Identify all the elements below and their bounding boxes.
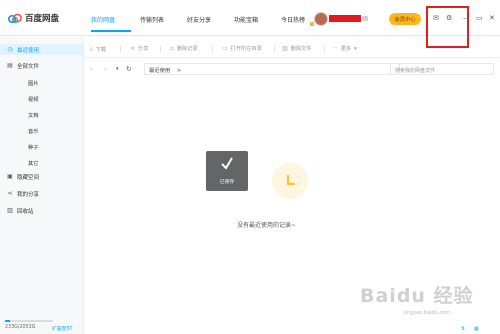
delete-record-button[interactable]: ⌂ 删除记录 [170,45,198,52]
sidebar-sub-images[interactable]: 图片 [28,79,39,87]
sidebar-item-label: 回收站 [17,208,34,215]
sidebar-sub-torrents[interactable]: 种子 [28,143,39,151]
baidu-jingyan-watermark: Baidu 经验 [360,285,474,307]
sidebar-sub-documents[interactable]: 文档 [28,111,39,119]
sidebar-sub-other[interactable]: 其它 [28,159,39,167]
checkmark-icon [221,157,233,170]
address-bar: ‹ › ▾ ↻ 最近使用 > 搜索我的网盘文件 [84,58,500,81]
share-icon: ⋖ [7,190,13,197]
delete-file-label: 删除文件 [290,46,312,52]
tab-transfer-list[interactable]: 传输列表 [140,15,164,24]
tab-hot-list[interactable]: 今日热榜 [281,15,305,24]
toolbar-divider [160,46,161,52]
file-icon: ▤ [7,62,13,69]
vip-center-button[interactable]: 会员中心 [389,13,421,25]
more-button[interactable]: ··· 更多 ▾ [332,45,357,52]
saved-toast-label: 已保存 [219,180,235,185]
storage-quota-bar [5,320,53,322]
cloud-logo-icon [8,13,22,23]
more-dots-icon: ··· [332,45,338,52]
forward-icon[interactable]: › [104,65,107,73]
trash-icon: ▥ [282,45,288,52]
more-label: 更多 [340,46,352,52]
delete-record-icon: ⌂ [170,45,174,52]
app-logo: 百度网盘 [8,12,59,24]
app-name: 百度网盘 [25,14,60,24]
breadcrumb[interactable]: 最近使用 > [144,63,400,75]
share-button[interactable]: ⋖ 分享 [130,45,148,52]
delete-file-button[interactable]: ▥ 删除文件 [282,45,311,52]
close-icon[interactable]: ✕ [489,14,495,22]
sidebar-item-recent[interactable]: ◷ 最近使用 [0,44,84,55]
sidebar-sub-music[interactable]: 音乐 [28,127,39,135]
storage-quota-text: 233G/2053G [5,325,36,330]
sidebar-item-recycle-bin[interactable]: ▥ 回收站 [0,205,84,216]
grid-view-icon[interactable]: ▦ [474,326,479,332]
download-label: 下载 [95,46,107,53]
breadcrumb-arrow: > [176,68,182,74]
storage-quota-fill [5,320,11,322]
tab-my-disk[interactable]: 我的网盘 [91,15,115,24]
toolbar-divider [274,46,275,52]
empty-state-clock-icon [272,163,308,199]
open-folder-button[interactable]: ▭ 打开所在目录 [222,45,262,52]
clock-hands-icon [286,174,296,186]
saved-toast: 已保存 [206,151,248,191]
transfer-status-icon[interactable]: ⇅ [461,326,465,332]
download-icon: ⤓ [90,45,93,52]
toolbar-divider [212,46,213,52]
avatar[interactable] [314,12,328,26]
sidebar-item-my-shares[interactable]: ⋖ 我的分享 [0,188,84,199]
username-redacted [329,15,361,22]
clock-icon: ◷ [7,46,13,53]
history-dropdown-icon[interactable]: ▾ [116,66,119,72]
sidebar-item-all-files[interactable]: ▤ 全部文件 [0,60,84,71]
sidebar-item-label: 全部文件 [17,63,40,70]
back-icon[interactable]: ‹ [90,65,93,73]
tab-toolbox[interactable]: 功能宝箱 [234,15,258,24]
chevron-down-icon: ▾ [354,45,357,52]
toolbar-divider [324,46,325,52]
search-placeholder: 搜索我的网盘文件 [395,67,436,74]
lock-icon: ▣ [7,173,13,180]
active-tab-indicator [91,30,131,32]
sidebar-sub-videos[interactable]: 视频 [28,95,39,103]
sidebar-item-label: 我的分享 [17,191,40,198]
delete-record-label: 删除记录 [176,46,198,52]
folder-icon: ▭ [222,45,228,52]
trash-icon: ▥ [7,207,13,214]
sidebar-item-label: 隐藏空间 [17,174,40,181]
vip-level-badge: V [310,22,315,26]
coin-icon[interactable] [362,16,368,21]
title-bar: 百度网盘 我的网盘 传输列表 好友分享 功能宝箱 今日热榜 V 会员中心 ✉ ⚙… [0,0,500,36]
breadcrumb-current[interactable]: 最近使用 [149,68,170,74]
toolbar: ⤓ 下载 ⋖ 分享 ⌂ 删除记录 ▭ 打开所在目录 ▥ 删除文件 ··· 更多 … [84,38,500,58]
sidebar-item-label: 最近使用 [17,47,40,54]
empty-state-text: 没有最近使用的记录~ [237,222,297,229]
sidebar-item-hidden-space[interactable]: ▣ 隐藏空间 [0,171,84,182]
share-label: 分享 [138,46,149,52]
maximize-icon[interactable]: ▭ [476,14,483,22]
sidebar: ◷ 最近使用 ▤ 全部文件 图片 视频 文档 音乐 种子 其它 ▣ 隐藏空间 ⋖… [0,37,84,334]
tab-friend-share[interactable]: 好友分享 [187,15,211,24]
watermark-url: jingyan.baidu.com [404,310,451,316]
open-folder-label: 打开所在目录 [230,46,262,52]
toolbar-divider [120,46,121,52]
download-button[interactable]: ⤓ 下载 [90,45,106,53]
refresh-icon[interactable]: ↻ [126,65,131,73]
share-icon: ⋖ [130,45,136,52]
expand-storage-link[interactable]: 扩容至5T [52,325,72,332]
search-input[interactable]: 搜索我的网盘文件 [390,63,494,75]
